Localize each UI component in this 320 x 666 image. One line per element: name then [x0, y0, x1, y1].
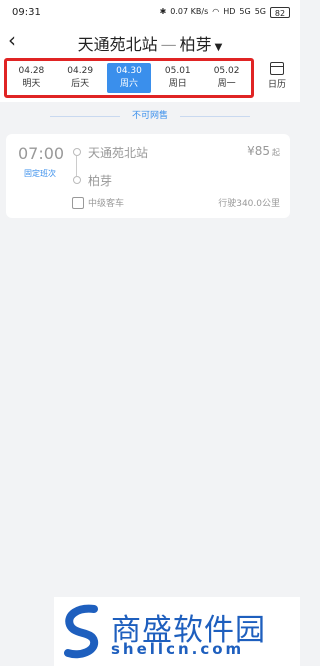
status-time: 09:31 — [12, 7, 41, 18]
route-connector — [76, 156, 77, 176]
schedule-type: 固定班次 — [24, 169, 56, 178]
trip-card[interactable]: 07:00 固定班次 天通苑北站 柏芽 ¥85 起 中级客车 行驶340.0公里 — [6, 134, 290, 218]
date-label: 周六 — [119, 79, 138, 89]
network-speed: 0.07 KB/s — [170, 7, 209, 16]
date-value: 04.29 — [67, 66, 94, 76]
signal-5g-1: 5G — [239, 7, 251, 16]
departure-time: 07:00 — [18, 144, 65, 163]
watermark: 商盛软件园 shellcn.com — [54, 597, 300, 666]
route-line — [73, 148, 81, 184]
bus-icon — [72, 197, 84, 209]
date-item-4[interactable]: 05.02 周一 — [205, 63, 249, 93]
date-label: 明天 — [22, 79, 41, 89]
date-label: 周一 — [217, 79, 236, 89]
price-suffix: 起 — [272, 148, 280, 157]
date-value: 04.30 — [116, 66, 142, 76]
status-icons: ✱ 0.07 KB/s ◠ HD 5G 5G 82 — [160, 6, 290, 18]
mileage: 行驶340.0公里 — [218, 199, 280, 209]
date-item-3[interactable]: 05.01 周日 — [156, 63, 200, 93]
to-station: 柏芽 — [88, 174, 113, 188]
bus-type: 中级客车 — [88, 199, 125, 209]
price-value: ¥85 — [247, 144, 270, 158]
signal-5g-2: 5G — [254, 7, 266, 16]
status-bar: 09:31 ✱ 0.07 KB/s ◠ HD 5G 5G 82 — [0, 0, 300, 26]
from-station: 天通苑北站 — [88, 146, 149, 160]
route-separator: — — [160, 35, 177, 54]
date-strip: 04.28 明天 04.29 后天 04.30 周六 05.01 周日 05.0… — [4, 58, 254, 98]
to-station-title: 柏芽 — [179, 35, 212, 54]
date-value: 05.02 — [213, 66, 240, 76]
route-title[interactable]: 天通苑北站 — 柏芽 ▼ — [0, 31, 300, 55]
origin-dot — [73, 148, 81, 156]
destination-dot — [73, 176, 81, 184]
battery-icon: 82 — [270, 6, 290, 18]
hd-badge: HD — [223, 7, 236, 16]
date-item-0[interactable]: 04.28 明天 — [9, 63, 53, 93]
wifi-icon: ◠ — [212, 7, 220, 16]
header: ‹ 天通苑北站 — 柏芽 ▼ — [0, 26, 300, 56]
not-for-online-sale-notice: 不可网售 — [0, 108, 300, 124]
date-item-2-selected[interactable]: 04.30 周六 — [106, 63, 151, 93]
watermark-domain: shellcn.com — [111, 640, 245, 658]
date-value: 05.01 — [164, 66, 191, 76]
from-station-title: 天通苑北站 — [77, 35, 158, 54]
chevron-down-icon: ▼ — [214, 42, 223, 53]
date-item-1[interactable]: 04.29 后天 — [58, 63, 102, 93]
date-label: 周日 — [168, 79, 187, 89]
price: ¥85 起 — [247, 144, 280, 158]
calendar-label: 日历 — [267, 80, 286, 90]
calendar-button[interactable]: 日历 — [264, 62, 290, 90]
date-label: 后天 — [71, 79, 90, 89]
watermark-logo-icon — [64, 604, 99, 659]
bluetooth-icon: ✱ — [159, 7, 167, 16]
date-value: 04.28 — [18, 66, 45, 76]
date-bar: 04.28 明天 04.29 后天 04.30 周六 05.01 周日 05.0… — [0, 56, 300, 102]
calendar-icon — [270, 62, 284, 75]
